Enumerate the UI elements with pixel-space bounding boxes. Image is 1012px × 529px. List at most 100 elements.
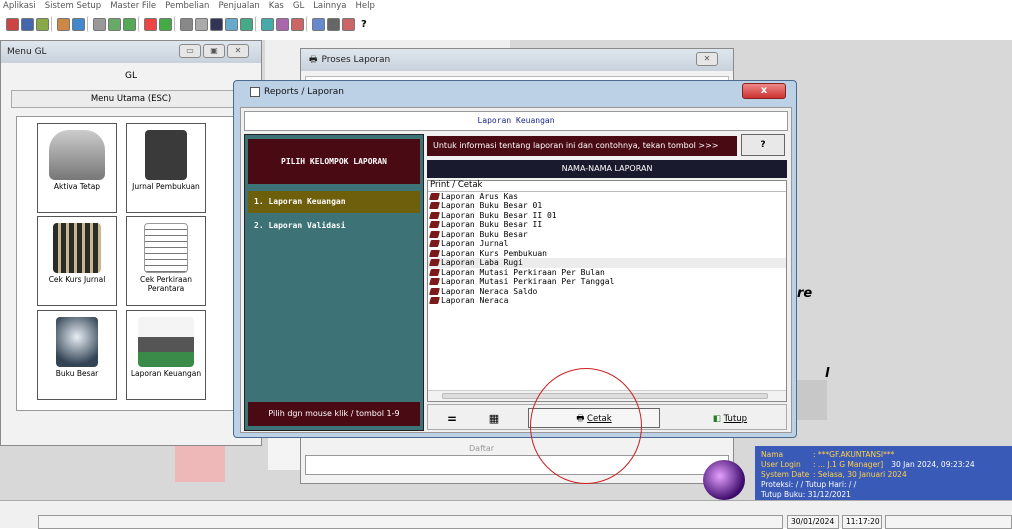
group-item-laporan-validasi[interactable]: 2. Laporan Validasi [248,215,420,237]
toolbar-icon-3[interactable] [36,17,49,31]
close-button[interactable]: ✕ [696,52,718,66]
list-item[interactable]: Laporan Jurnal [428,239,786,249]
report-list[interactable]: Print / Cetak Laporan Arus Kas Laporan B… [427,180,787,402]
tutup-button[interactable]: ◧ Tutup [690,408,770,428]
toolbar-icon-13[interactable] [210,17,223,31]
menu-sistem-setup[interactable]: Sistem Setup [45,1,101,11]
menu-lainnya[interactable]: Lainnya [313,1,346,11]
list-item[interactable]: Laporan Buku Besar II [428,220,786,230]
list-item-selected[interactable]: Laporan Laba Rugi [428,258,786,268]
toolbar-icon-1[interactable] [6,17,19,31]
toolbar-separator [306,16,310,32]
abacus-icon [53,223,101,273]
checklist-icon [144,223,188,273]
list-item[interactable]: Laporan Buku Besar [428,230,786,240]
status-date: 30/01/2024 [787,515,839,529]
toolbar-icon-18[interactable] [291,17,304,31]
list-item[interactable]: Laporan Neraca Saldo [428,287,786,297]
toolbar-icon-8[interactable] [123,17,136,31]
cek-kurs-jurnal-button[interactable]: Cek Kurs Jurnal [37,216,117,306]
book-icon [429,249,440,257]
app-orb-icon [703,460,745,500]
proteksi-text: Proteksi: / / Tutup Hari: / / [761,480,857,489]
book-icon [429,278,440,286]
car-icon [49,130,105,180]
status-time: 11:17:20 [842,515,882,529]
close-button[interactable]: x [742,83,786,99]
toolbar-separator [138,16,142,32]
toolbar-icon-9[interactable] [144,17,157,31]
toolbar-icon-10[interactable] [159,17,172,31]
toolbar-icon-5[interactable] [72,17,85,31]
laporan-keuangan-button[interactable]: Laporan Keuangan [126,310,206,400]
toolbar-separator [87,16,91,32]
buku-besar-button[interactable]: Buku Besar [37,310,117,400]
menu-kas[interactable]: Kas [269,1,284,11]
toolbar-icon-14[interactable] [225,17,238,31]
toolbar-icon-2[interactable] [21,17,34,31]
menu-gl[interactable]: GL [293,1,304,11]
toolbar-separator [255,16,259,32]
toolbar-icon-20[interactable] [327,17,340,31]
menu-penjualan[interactable]: Penjualan [218,1,259,11]
toolbar-icon-19[interactable] [312,17,325,31]
printer-icon: 🖶 [309,55,318,65]
book-icon [429,240,440,248]
toolbar-icon-11[interactable] [180,17,193,31]
toolbar-icon-17[interactable] [276,17,289,31]
close-button[interactable]: ✕ [227,44,249,58]
list-item[interactable]: Laporan Mutasi Perkiraan Per Tanggal [428,277,786,287]
list-caption: Print / Cetak [428,180,786,192]
group-header: PILIH KELOMPOK LAPORAN [248,139,420,184]
reports-dialog: Reports / Laporan x Laporan Keuangan PIL… [233,80,797,438]
status-extra-field [885,515,1012,529]
menu-icon-grid: Aktiva Tetap Jurnal Pembukuan Cek Kurs J… [16,116,262,411]
book-icon [429,211,440,219]
jurnal-pembukuan-button[interactable]: Jurnal Pembukuan [126,123,206,213]
toolbar-icon-12[interactable] [195,17,208,31]
toolbar-icon-16[interactable] [261,17,274,31]
partial-text: l [825,366,830,381]
minimize-button[interactable]: ▭ [179,44,201,58]
menu-help[interactable]: Help [356,1,375,11]
toolbar-icon-4[interactable] [57,17,70,31]
calculator-icon[interactable]: ▦ [476,408,512,428]
list-item[interactable]: Laporan Mutasi Perkiraan Per Bulan [428,268,786,278]
printer-icon [138,317,194,367]
main-toolbar: ? [0,13,1012,35]
toolbar-icon-6[interactable] [93,17,106,31]
book-icon [429,287,440,295]
list-item[interactable]: Laporan Neraca [428,296,786,306]
cek-perkiraan-perantara-button[interactable]: Cek Perkiraan Perantara [126,216,206,306]
tutup-buku-text: Tutup Buku: 31/12/2021 [761,490,851,499]
book-icon [145,130,187,180]
toolbar-separator [51,16,55,32]
equals-button[interactable]: = [434,408,470,428]
toolbar-icon-21[interactable] [342,17,355,31]
group-item-laporan-keuangan[interactable]: 1. Laporan Keuangan [248,191,420,213]
menu-aplikasi[interactable]: Aplikasi [3,1,36,11]
menu-gl-window: Menu GL ▭ ▣ ✕ GL Menu Utama (ESC) Aktiva… [0,40,262,446]
list-item[interactable]: Laporan Buku Besar 01 [428,201,786,211]
book-icon [429,297,440,305]
menu-master-file[interactable]: Master File [110,1,156,11]
list-item[interactable]: Laporan Kurs Pembukuan [428,249,786,259]
report-icon [250,87,260,97]
info-help-button[interactable]: ? [741,134,785,156]
book-icon [429,192,440,200]
menu-utama-button[interactable]: Menu Utama (ESC) [11,90,251,108]
maximize-button[interactable]: ▣ [203,44,225,58]
menu-pembelian[interactable]: Pembelian [165,1,209,11]
info-bar: Untuk informasi tentang laporan ini dan … [427,136,737,156]
aktiva-tetap-button[interactable]: Aktiva Tetap [37,123,117,213]
toolbar-help-button[interactable]: ? [361,19,367,30]
menu-gl-header: GL [125,71,137,81]
highlight-circle [530,368,642,484]
desktop-tile [175,446,225,482]
toolbar-icon-15[interactable] [240,17,253,31]
book-icon [429,268,440,276]
toolbar-icon-7[interactable] [108,17,121,31]
list-item[interactable]: Laporan Arus Kas [428,192,786,202]
user-info-panel: Nama: ***GF.AKUNTANSI*** User Login: ...… [755,446,1012,500]
list-item[interactable]: Laporan Buku Besar II 01 [428,211,786,221]
